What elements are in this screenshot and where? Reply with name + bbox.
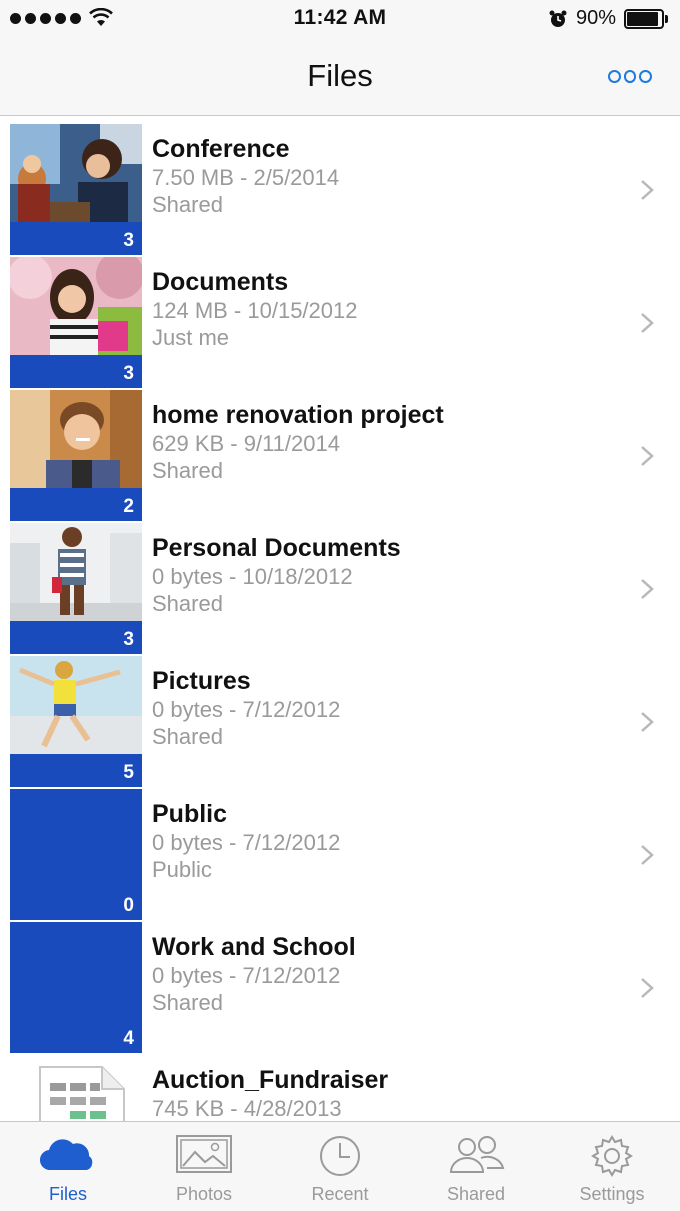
folder-thumbnail: 0	[10, 789, 142, 920]
list-item[interactable]: 3 Documents 124 MB - 10/15/2012 Just me	[0, 257, 680, 390]
list-item[interactable]: 3 Personal Documents 0 bytes - 10/18/201…	[0, 523, 680, 656]
list-item[interactable]: 3 Conference 7.50 MB - 2/5/2014 Shared	[0, 124, 680, 257]
photo-thumbnail	[10, 523, 142, 621]
chevron-right-icon	[641, 978, 654, 998]
alarm-icon	[549, 10, 567, 27]
row-text: home renovation project 629 KB - 9/11/20…	[152, 400, 444, 484]
navigation-bar: Files	[0, 38, 680, 116]
photos-icon	[176, 1135, 232, 1173]
chevron-right-icon	[641, 446, 654, 466]
sharing-status: Just me	[152, 325, 230, 350]
status-right: 90%	[548, 7, 668, 30]
file-name: Personal Documents	[152, 534, 401, 562]
more-options-button[interactable]	[608, 66, 653, 86]
folder-thumbnail: 3	[10, 124, 142, 255]
status-bar: 11:42 AM 90%	[0, 0, 680, 38]
item-count: 3	[123, 363, 134, 384]
photo-thumbnail	[10, 257, 142, 355]
photo-thumbnail	[10, 124, 142, 222]
file-name: Public	[152, 800, 228, 828]
tab-label: Recent	[311, 1184, 369, 1204]
item-count: 3	[123, 629, 134, 650]
file-meta: 124 MB - 10/15/2012	[152, 298, 358, 323]
row-text: Documents 124 MB - 10/15/2012 Just me	[152, 267, 357, 351]
file-meta: 0 bytes - 7/12/2012	[152, 963, 341, 988]
chevron-right-icon	[641, 313, 654, 333]
sharing-status: Shared	[152, 591, 223, 616]
file-name: Documents	[152, 268, 289, 296]
clock-icon	[320, 1136, 360, 1176]
chevron-right-icon	[641, 579, 654, 599]
gear-icon	[591, 1135, 633, 1177]
item-count: 5	[123, 762, 134, 783]
file-name: Conference	[152, 135, 290, 163]
battery-percent: 90%	[575, 7, 616, 29]
folder-thumbnail: 3	[10, 523, 142, 654]
tab-label: Shared	[446, 1184, 506, 1204]
file-name: Pictures	[152, 667, 251, 695]
item-count: 2	[123, 496, 134, 517]
item-count: 3	[123, 230, 134, 251]
battery-icon	[624, 8, 668, 29]
row-text: Pictures 0 bytes - 7/12/2012 Shared	[152, 666, 340, 750]
folder-thumbnail: 5	[10, 656, 142, 787]
photo-thumbnail	[10, 656, 142, 754]
list-item[interactable]: 2 home renovation project 629 KB - 9/11/…	[0, 390, 680, 523]
folder-thumbnail: 4	[10, 922, 142, 1053]
file-meta: 0 bytes - 7/12/2012	[152, 830, 341, 855]
tab-shared[interactable]: Shared	[408, 1122, 544, 1211]
row-text: Work and School 0 bytes - 7/12/2012 Shar…	[152, 932, 356, 1016]
row-text: Personal Documents 0 bytes - 10/18/2012 …	[152, 533, 401, 617]
list-item[interactable]: 4 Work and School 0 bytes - 7/12/2012 Sh…	[0, 922, 680, 1055]
row-text: Conference 7.50 MB - 2/5/2014 Shared	[152, 134, 339, 218]
sharing-status: Shared	[152, 458, 223, 483]
tab-photos[interactable]: Photos	[136, 1122, 272, 1211]
sharing-status: Shared	[152, 990, 223, 1015]
file-meta: 745 KB - 4/28/2013	[152, 1096, 342, 1121]
file-name: Work and School	[152, 933, 356, 961]
sharing-status: Shared	[152, 724, 223, 749]
list-item[interactable]: 5 Pictures 0 bytes - 7/12/2012 Shared	[0, 656, 680, 789]
folder-thumbnail: 3	[10, 257, 142, 388]
tab-bar: Files Photos Recent Shared Settings	[0, 1121, 680, 1211]
file-name: home renovation project	[152, 401, 444, 429]
photo-thumbnail	[10, 390, 142, 488]
file-meta: 629 KB - 9/11/2014	[152, 431, 340, 456]
chevron-right-icon	[641, 712, 654, 732]
tab-recent[interactable]: Recent	[272, 1122, 408, 1211]
page-title: Files	[307, 58, 373, 93]
more-dots-icon	[608, 69, 621, 83]
row-text: Auction_Fundraiser 745 KB - 4/28/2013	[152, 1065, 388, 1122]
row-text: Public 0 bytes - 7/12/2012 Public	[152, 799, 340, 883]
item-count: 0	[123, 895, 134, 916]
tab-files[interactable]: Files	[0, 1122, 136, 1211]
file-meta: 0 bytes - 7/12/2012	[152, 697, 341, 722]
file-meta: 7.50 MB - 2/5/2014	[152, 165, 340, 190]
file-name: Auction_Fundraiser	[152, 1066, 389, 1094]
tab-label: Files	[48, 1184, 87, 1204]
file-list: 3 Conference 7.50 MB - 2/5/2014 Shared 3…	[0, 124, 680, 1188]
tab-settings[interactable]: Settings	[544, 1122, 680, 1211]
list-item[interactable]: 0 Public 0 bytes - 7/12/2012 Public	[0, 789, 680, 922]
chevron-right-icon	[641, 845, 654, 865]
tab-label: Settings	[579, 1184, 645, 1204]
sharing-status: Public	[152, 857, 212, 882]
sharing-status: Shared	[152, 192, 223, 217]
file-meta: 0 bytes - 10/18/2012	[152, 564, 353, 589]
people-icon	[449, 1136, 505, 1173]
item-count: 4	[123, 1028, 134, 1049]
chevron-right-icon	[641, 180, 654, 200]
tab-label: Photos	[175, 1184, 233, 1204]
folder-thumbnail: 2	[10, 390, 142, 521]
cloud-icon	[39, 1139, 93, 1171]
